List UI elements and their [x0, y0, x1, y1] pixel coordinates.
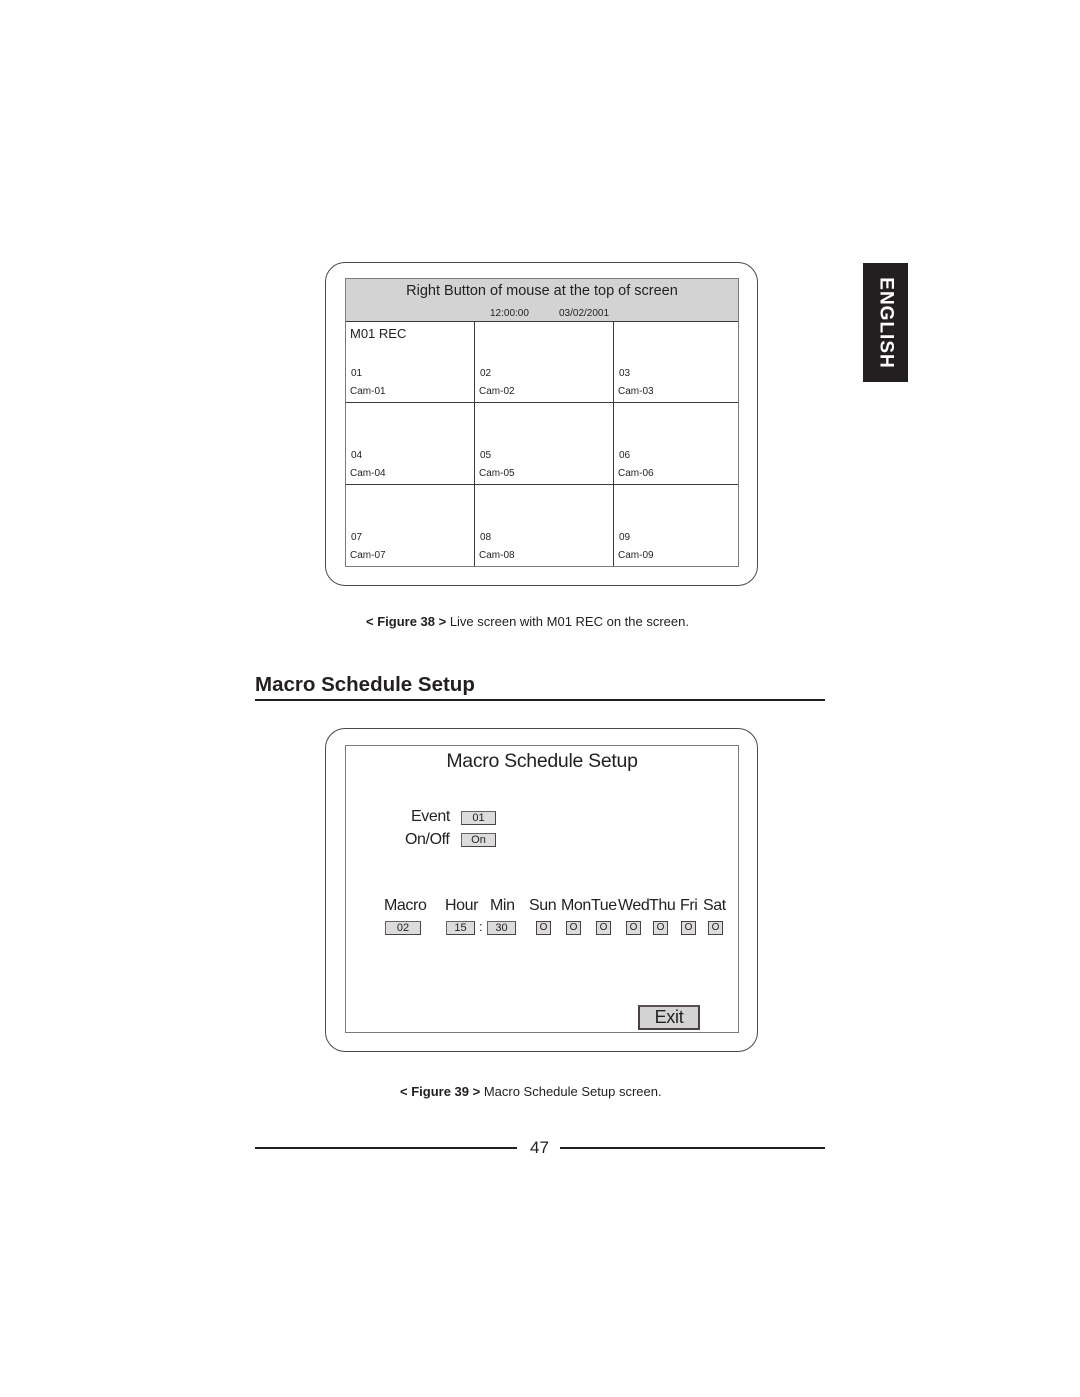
- camera-number: 07: [351, 532, 363, 543]
- time-separator: :: [479, 919, 483, 934]
- camera-number: 03: [619, 368, 631, 380]
- camera-cell[interactable]: 04 Cam-04: [346, 403, 475, 485]
- camera-cell[interactable]: 09 Cam-09: [614, 485, 738, 566]
- macro-column-label: Macro: [384, 897, 427, 914]
- camera-number: 05: [480, 449, 492, 461]
- language-tab-label: ENGLISH: [875, 276, 897, 369]
- camera-name: Cam-07: [350, 550, 386, 561]
- camera-number: 01: [351, 368, 363, 380]
- day-label-wed: Wed: [618, 897, 650, 914]
- macro-schedule-screen: Macro Schedule Setup Event 01 On/Off On …: [345, 745, 739, 1033]
- camera-number: 08: [480, 532, 492, 543]
- camera-name: Cam-03: [618, 386, 654, 398]
- min-field[interactable]: 30: [487, 921, 516, 935]
- camera-number: 02: [480, 368, 492, 380]
- event-field[interactable]: 01: [461, 811, 496, 825]
- camera-name: Cam-01: [350, 386, 386, 398]
- day-checkbox-sun[interactable]: O: [536, 921, 551, 935]
- onoff-field[interactable]: On: [461, 833, 496, 847]
- day-checkbox-tue[interactable]: O: [596, 921, 611, 935]
- onoff-label: On/Off: [405, 831, 450, 848]
- exit-button[interactable]: Exit: [638, 1005, 700, 1030]
- camera-name: Cam-06: [618, 467, 654, 479]
- hour-column-label: Hour: [445, 897, 479, 914]
- macro-field[interactable]: 02: [385, 921, 421, 935]
- camera-number: 06: [619, 449, 631, 461]
- day-label-tue: Tue: [591, 897, 617, 914]
- hour-field[interactable]: 15: [446, 921, 475, 935]
- day-label-mon: Mon: [561, 897, 591, 914]
- camera-cell[interactable]: 05 Cam-05: [475, 403, 614, 485]
- camera-cell[interactable]: 06 Cam-06: [614, 403, 738, 485]
- figure-39-caption: < Figure 39 > Macro Schedule Setup scree…: [400, 1084, 662, 1099]
- page-number: 47: [530, 1138, 549, 1157]
- camera-grid: M01 REC 01 Cam-01 02 Cam-02 03 Cam-03 04…: [346, 322, 738, 566]
- caption-text: Macro Schedule Setup screen.: [480, 1084, 662, 1099]
- camera-number: 09: [619, 532, 631, 543]
- day-checkbox-thu[interactable]: O: [653, 921, 668, 935]
- day-label-fri: Fri: [680, 897, 698, 914]
- live-screen: Right Button of mouse at the top of scre…: [345, 278, 739, 567]
- header-time: 12:00:00: [490, 308, 529, 319]
- day-label-sat: Sat: [703, 897, 726, 914]
- day-checkbox-fri[interactable]: O: [681, 921, 696, 935]
- camera-cell[interactable]: 03 Cam-03: [614, 322, 738, 404]
- day-checkbox-sat[interactable]: O: [708, 921, 723, 935]
- section-title: Macro Schedule Setup: [255, 673, 475, 696]
- camera-name: Cam-02: [479, 386, 515, 398]
- footer-rule-left: [255, 1147, 517, 1149]
- camera-cell[interactable]: 02 Cam-02: [475, 322, 614, 404]
- live-screen-header[interactable]: Right Button of mouse at the top of scre…: [346, 279, 738, 322]
- header-date: 03/02/2001: [559, 308, 610, 319]
- camera-cell[interactable]: 08 Cam-08: [475, 484, 614, 566]
- day-label-sun: Sun: [529, 897, 557, 914]
- camera-number: 04: [351, 449, 363, 461]
- caption-text: Live screen with M01 REC on the screen.: [446, 614, 689, 629]
- event-label: Event: [411, 808, 450, 825]
- section-divider: [255, 699, 825, 701]
- caption-prefix: < Figure 38 >: [366, 614, 447, 629]
- caption-prefix: < Figure 39 >: [400, 1084, 481, 1099]
- figure-38-caption: < Figure 38 > Live screen with M01 REC o…: [366, 614, 689, 629]
- header-title: Right Button of mouse at the top of scre…: [406, 283, 678, 299]
- rec-status: M01 REC: [350, 326, 407, 341]
- camera-cell[interactable]: M01 REC 01 Cam-01: [346, 322, 475, 404]
- camera-name: Cam-04: [350, 467, 386, 479]
- footer-rule-right: [560, 1147, 825, 1149]
- camera-name: Cam-08: [479, 550, 515, 561]
- language-tab: ENGLISH: [863, 263, 908, 382]
- day-checkbox-wed[interactable]: O: [626, 921, 641, 935]
- min-column-label: Min: [490, 897, 515, 914]
- day-checkbox-mon[interactable]: O: [566, 921, 581, 935]
- day-label-thu: Thu: [649, 897, 676, 914]
- camera-cell[interactable]: 07 Cam-07: [346, 484, 475, 566]
- camera-name: Cam-05: [479, 467, 515, 479]
- screen-title: Macro Schedule Setup: [446, 750, 638, 772]
- camera-name: Cam-09: [618, 550, 654, 561]
